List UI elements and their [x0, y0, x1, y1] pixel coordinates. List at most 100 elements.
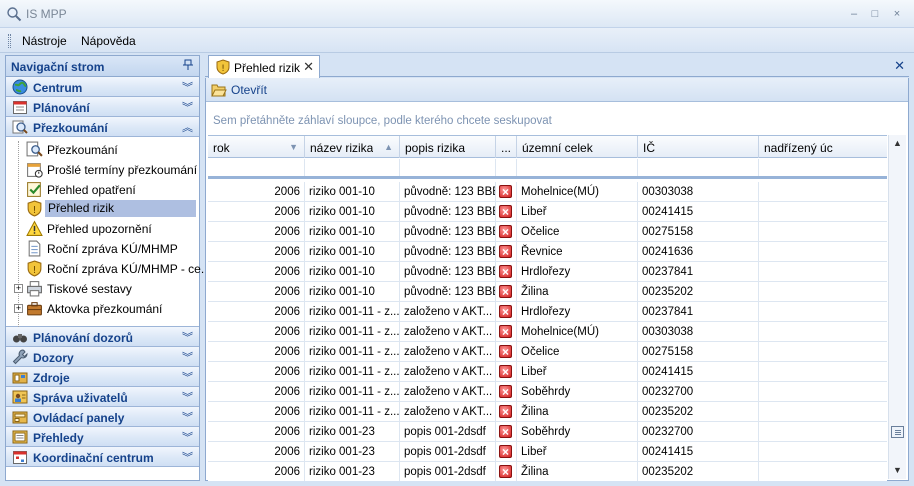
table-row[interactable]: 2006riziko 001-10původně: 123 BBB Hrdloře… [208, 262, 887, 282]
column-header-popis-rizika[interactable]: popis rizika [400, 136, 496, 158]
chevron-down-icon: ︾ [182, 412, 193, 424]
cell-nazev-rizika: riziko 001-10 [305, 282, 400, 302]
table-row[interactable]: 2006riziko 001-23popis 001-2dsdf Libeř002… [208, 442, 887, 462]
panels-icon [12, 411, 28, 424]
cell-status-icon [496, 402, 517, 422]
table-row[interactable]: 2006 riziko 001-11 - z... založeno v AKT..… [208, 382, 887, 402]
window-title: IS MPP [26, 7, 67, 21]
minimize-button[interactable]: – [848, 8, 860, 20]
chevron-down-icon: ︾ [182, 352, 193, 364]
tree-item-prehled-upozorneni[interactable]: Přehled upozornění [26, 219, 198, 238]
maximize-button[interactable]: □ [869, 8, 881, 20]
section-zdroje[interactable]: Zdroje ︾ [6, 367, 199, 387]
group-by-panel[interactable]: Sem přetáhněte záhlaví sloupce, podle kt… [208, 103, 888, 135]
filter-cell-uzemni-celek[interactable] [517, 159, 638, 176]
chevron-down-icon: ︾ [182, 432, 193, 444]
expand-icon[interactable]: + [14, 304, 23, 313]
error-status-icon [499, 202, 512, 222]
section-sprava-uzivatelu[interactable]: Správa uživatelů ︾ [6, 387, 199, 407]
cell-ic: 00232700 [638, 382, 759, 402]
filter-row [208, 159, 887, 179]
cell-nazev-rizika: riziko 001-10 [305, 182, 400, 202]
section-label: Správa uživatelů [33, 391, 128, 405]
table-row[interactable]: 2006riziko 001-10původně: 123 BBB Očelice… [208, 222, 887, 242]
pin-icon[interactable] [183, 59, 193, 74]
table-row[interactable]: 2006 riziko 001-11 - z... založeno v AKT..… [208, 362, 887, 382]
cell-status-icon [496, 382, 517, 402]
magnifier-doc-icon [26, 141, 43, 157]
tab-prehled-rizik[interactable]: ! Přehled rizik ✕ [208, 55, 320, 78]
tree-item-tiskove-sestavy[interactable]: + Tiskové sestavy [14, 279, 198, 298]
table-row[interactable]: 2006riziko 001-10původně: 123 BBB Řevnice… [208, 242, 887, 262]
expand-icon[interactable]: + [14, 284, 23, 293]
column-header-uzemni-celek[interactable]: územní celek [517, 136, 638, 158]
table-row[interactable]: 2006riziko 001-23popis 001-2dsdf Soběhrdy… [208, 422, 887, 442]
column-header-nazev-rizika[interactable]: název rizika ▲ [305, 136, 400, 158]
cell-rok: 2006 [208, 462, 305, 481]
table-row[interactable]: 2006riziko 001-10původně: 123 BBB Žilina0… [208, 282, 887, 302]
tree-item-prehled-opatreni[interactable]: Přehled opatření [26, 180, 198, 199]
cell-status-icon [496, 202, 517, 222]
column-header-nadrizeny-uc[interactable]: nadřízený úc [759, 136, 887, 158]
calendar-icon [13, 451, 27, 464]
section-label: Centrum [33, 81, 83, 95]
filter-cell-ic[interactable] [638, 159, 759, 176]
table-row[interactable]: 2006riziko 001-10původně: 123 BBB Mohelni… [208, 182, 887, 202]
cell-nazev-rizika: riziko 001-11 - z... [305, 302, 400, 322]
scroll-down-icon[interactable]: ▼ [893, 465, 902, 475]
section-centrum[interactable]: Centrum ︾ [6, 77, 199, 97]
vertical-scrollbar[interactable]: ▲ ▼ [888, 135, 906, 479]
overview-icon [12, 430, 28, 444]
menu-grip[interactable] [8, 34, 11, 48]
filter-cell-popis-rizika[interactable] [400, 159, 496, 176]
table-row[interactable]: 2006riziko 001-23popis 001-2dsdf Žilina00… [208, 462, 887, 481]
title-bar: IS MPP – □ × [0, 0, 914, 28]
tree-item-prezkoumani[interactable]: Přezkoumání [26, 140, 198, 159]
section-dozory[interactable]: Dozory ︾ [6, 347, 199, 367]
open-button[interactable]: Otevřít [231, 83, 267, 97]
cell-status-icon [496, 182, 517, 202]
section-planovani[interactable]: Plánování ︾ [6, 97, 199, 117]
table-row[interactable]: 2006 riziko 001-11 - z... založeno v AKT..… [208, 342, 887, 362]
menu-nastroje[interactable]: Nástroje [22, 34, 67, 48]
cell-uzemni-celek: Žilina [517, 402, 638, 422]
filter-cell-rok[interactable] [208, 159, 305, 176]
tree-item-prosle-terminy[interactable]: Prošlé termíny přezkoumání [26, 160, 198, 179]
scroll-up-icon[interactable]: ▲ [893, 138, 902, 148]
filter-cell-icon[interactable] [496, 159, 517, 176]
column-header-rok[interactable]: rok ▼ [208, 136, 305, 158]
tree-item-rocni-zprava[interactable]: Roční zpráva KÚ/MHMP [26, 239, 198, 258]
section-koordinacni-centrum[interactable]: Koordinační centrum ︾ [6, 447, 199, 467]
section-planovani-dozoru[interactable]: Plánování dozorů ︾ [6, 327, 199, 347]
filter-cell-nazev-rizika[interactable] [305, 159, 400, 176]
tree-item-aktovka[interactable]: + Aktovka přezkoumání [14, 299, 198, 318]
menu-napoveda[interactable]: Nápověda [81, 34, 136, 48]
scroll-thumb[interactable] [891, 426, 904, 438]
cell-uzemni-celek: Očelice [517, 342, 638, 362]
table-row[interactable]: 2006 riziko 001-11 - z... založeno v AKT..… [208, 302, 887, 322]
tree-item-prehled-rizik[interactable]: ! Přehled rizik [26, 199, 198, 218]
section-ovladaci-panely[interactable]: Ovládací panely ︾ [6, 407, 199, 427]
section-label: Plánování [33, 101, 90, 115]
tab-close-icon[interactable]: ✕ [303, 59, 314, 75]
cell-uzemni-celek: Soběhrdy [517, 422, 638, 442]
table-row[interactable]: 2006 riziko 001-11 - z... založeno v AKT..… [208, 402, 887, 422]
section-prehledy[interactable]: Přehledy ︾ [6, 427, 199, 447]
table-row[interactable]: 2006riziko 001-10původně: 123 BBB Libeř00… [208, 202, 887, 222]
tree-item-rocni-zprava-ce[interactable]: ! Roční zpráva KÚ/MHMP - ce... [26, 259, 211, 278]
cell-nadrizeny-uc [759, 262, 887, 282]
cell-status-icon [496, 442, 517, 462]
section-prezkoumani[interactable]: Přezkoumání ︽ [6, 117, 199, 137]
column-header-ic[interactable]: IČ [638, 136, 759, 158]
close-button[interactable]: × [891, 8, 903, 20]
table-row[interactable]: 2006 riziko 001-11 - z... založeno v AKT..… [208, 322, 887, 342]
column-header-icon[interactable]: ... [496, 136, 517, 158]
tree-item-label: Roční zpráva KÚ/MHMP [47, 242, 178, 256]
filter-cell-nadrizeny-uc[interactable] [759, 159, 887, 176]
error-status-icon [499, 402, 512, 422]
tab-label: Přehled rizik [234, 61, 301, 75]
close-document-icon[interactable]: ✕ [894, 58, 905, 74]
section-label: Zdroje [33, 371, 70, 385]
cell-ic: 00235202 [638, 462, 759, 481]
error-status-icon [499, 262, 512, 282]
